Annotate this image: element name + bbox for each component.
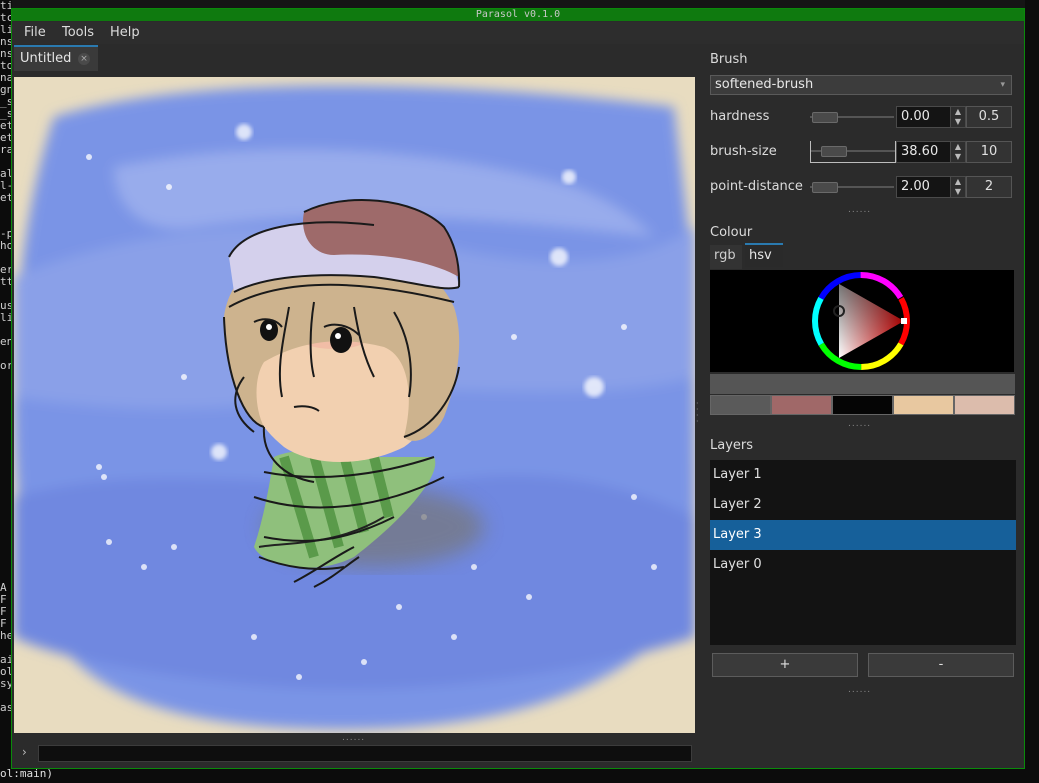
- chevron-down-icon: ▾: [1000, 80, 1005, 90]
- brush-size-preset-button[interactable]: 10: [966, 141, 1012, 163]
- colour-swatch[interactable]: [771, 395, 832, 415]
- spin-buttons[interactable]: ▲ ▼: [950, 107, 965, 127]
- command-input[interactable]: [38, 745, 692, 762]
- close-icon[interactable]: ×: [78, 53, 90, 65]
- point-distance-slider[interactable]: [810, 177, 894, 197]
- current-colour-bar: [710, 374, 1015, 394]
- point-distance-label: point-distance: [710, 179, 803, 194]
- spin-buttons[interactable]: ▲ ▼: [950, 142, 965, 162]
- hue-handle[interactable]: [901, 318, 907, 324]
- up-icon[interactable]: ▲: [951, 177, 965, 187]
- brush-section-title: Brush: [710, 52, 748, 67]
- brush-section-grip[interactable]: ......: [848, 205, 871, 215]
- point-distance-preset-button[interactable]: 2: [966, 176, 1012, 198]
- down-icon[interactable]: ▼: [951, 152, 965, 162]
- hue-wheel[interactable]: [710, 270, 1014, 372]
- side-panel: Brush softened-brush ▾ hardness 0.00 ▲ ▼ …: [708, 9, 1018, 770]
- hardness-slider[interactable]: [810, 107, 894, 127]
- terminal-topbar: [12, 0, 1025, 8]
- hardness-spinbox[interactable]: 0.00 ▲ ▼: [896, 106, 966, 128]
- down-icon[interactable]: ▼: [951, 187, 965, 197]
- tab-rgb[interactable]: rgb: [710, 245, 742, 269]
- slider-handle[interactable]: [812, 112, 838, 123]
- chevron-right-icon: ›: [22, 745, 27, 759]
- colour-swatches: [710, 395, 1015, 415]
- down-icon[interactable]: ▼: [951, 117, 965, 127]
- slider-handle[interactable]: [821, 146, 847, 157]
- up-icon[interactable]: ▲: [951, 107, 965, 117]
- layer-item-selected[interactable]: Layer 3: [710, 520, 1016, 550]
- remove-layer-button[interactable]: -: [868, 653, 1014, 677]
- drawing-canvas[interactable]: [14, 77, 695, 733]
- artwork: [14, 77, 695, 733]
- colour-swatch[interactable]: [832, 395, 893, 415]
- colour-section-grip[interactable]: ......: [848, 419, 871, 429]
- hardness-value: 0.00: [901, 109, 930, 124]
- brush-select[interactable]: softened-brush ▾: [710, 75, 1012, 95]
- layer-item[interactable]: Layer 1: [710, 460, 1016, 490]
- brush-size-value: 38.60: [901, 144, 939, 159]
- menu-help[interactable]: Help: [110, 25, 140, 40]
- menu-file[interactable]: File: [24, 25, 46, 40]
- tab-label: Untitled: [20, 51, 72, 66]
- add-layer-button[interactable]: +: [712, 653, 858, 677]
- brush-size-label: brush-size: [710, 144, 777, 159]
- tab-hsv[interactable]: hsv: [745, 243, 783, 267]
- point-distance-value: 2.00: [901, 179, 930, 194]
- layers-list: Layer 1 Layer 2 Layer 3 Layer 0: [710, 460, 1016, 645]
- layer-item[interactable]: Layer 2: [710, 490, 1016, 520]
- spin-buttons[interactable]: ▲ ▼: [950, 177, 965, 197]
- tab-untitled[interactable]: Untitled ×: [14, 45, 98, 71]
- character-drawing: [223, 199, 484, 588]
- brush-size-spinbox[interactable]: 38.60 ▲ ▼: [896, 141, 966, 163]
- up-icon[interactable]: ▲: [951, 142, 965, 152]
- colour-swatch[interactable]: [710, 395, 771, 415]
- layers-section-title: Layers: [710, 438, 754, 453]
- hsv-colour-picker[interactable]: [710, 270, 1014, 372]
- hardness-label: hardness: [710, 109, 770, 124]
- side-splitter[interactable]: · · · ·: [696, 400, 700, 426]
- menu-tools[interactable]: Tools: [62, 25, 94, 40]
- colour-section-title: Colour: [710, 225, 753, 240]
- colour-swatch[interactable]: [954, 395, 1015, 415]
- brush-size-slider[interactable]: [810, 141, 896, 163]
- layer-item[interactable]: Layer 0: [710, 550, 1016, 580]
- hardness-preset-button[interactable]: 0.5: [966, 106, 1012, 128]
- layers-section-grip[interactable]: ......: [848, 685, 871, 695]
- colour-swatch[interactable]: [893, 395, 954, 415]
- brush-select-value: softened-brush: [715, 77, 814, 92]
- point-distance-spinbox[interactable]: 2.00 ▲ ▼: [896, 176, 966, 198]
- command-line: ›: [14, 742, 695, 764]
- slider-handle[interactable]: [812, 182, 838, 193]
- parasol-window: Parasol v0.1.0 File Tools Help Untitled …: [11, 8, 1025, 769]
